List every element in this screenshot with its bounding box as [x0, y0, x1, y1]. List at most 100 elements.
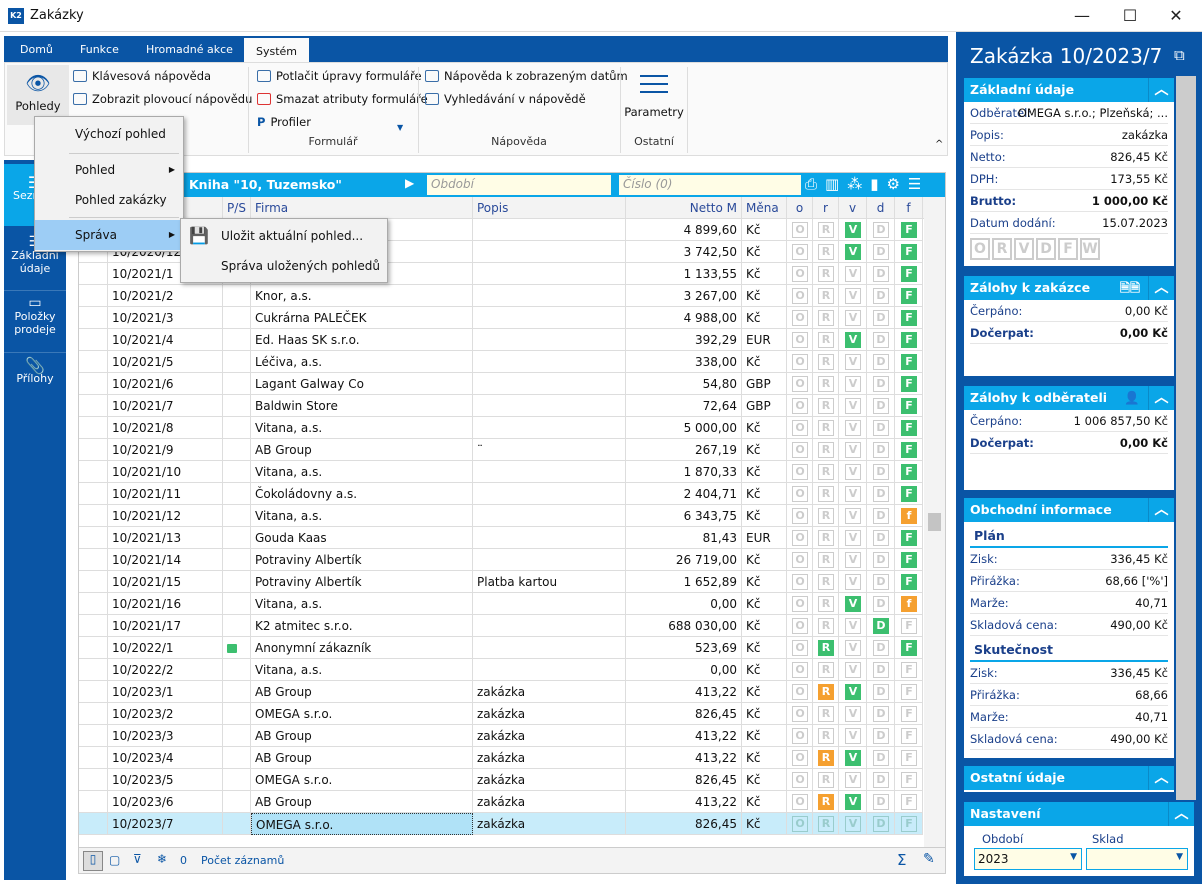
tab-domu[interactable]: Domů [8, 36, 65, 62]
filter-icon[interactable]: ⊽ [133, 852, 142, 866]
tab-funkce[interactable]: Funkce [68, 36, 131, 62]
collapse-icon[interactable]: ︿ [1148, 386, 1174, 410]
sidebar-item-prilohy[interactable]: 📎 Přílohy [4, 352, 66, 412]
tab-system[interactable]: Systém [244, 38, 310, 64]
book-icon[interactable]: ▯ [83, 851, 103, 871]
table-row[interactable]: 10/2023/3 AB Group zakázka 413,22 Kč O R V D F [79, 725, 923, 747]
column-header[interactable]: r [813, 197, 839, 219]
table-row[interactable]: 10/2021/2 Knor, a.s. 3 267,00 Kč O R V D F [79, 285, 923, 307]
detail-panel: Zakázka 10/2023/7 ⧉ Základní údaje ︿ Odbě… [956, 32, 1202, 884]
status-flag-r: R [818, 486, 834, 502]
columns-icon[interactable]: ▮ [870, 175, 886, 193]
menu-item-pohled-zakazky[interactable]: Pohled zakázky [35, 185, 183, 215]
sidebar-item-polozky-prodeje[interactable]: ▭ Položky prodeje [4, 290, 66, 350]
collapse-icon[interactable]: ︿ [1148, 766, 1174, 790]
maximize-button[interactable]: ☐ [1110, 4, 1150, 28]
cell-netto: 826,45 [626, 769, 742, 791]
table-row[interactable]: 10/2021/15 Potraviny Albertík Platba karto… [79, 571, 923, 593]
collapse-ribbon-icon[interactable]: ^ [935, 139, 943, 150]
customer-icon[interactable]: 👤 [1124, 386, 1140, 410]
document-icons[interactable]: 🗎🗎 [1120, 276, 1140, 300]
gear-icon[interactable]: ⚙ [886, 175, 907, 193]
menu-item-pohled[interactable]: Pohled ▶ [35, 155, 183, 185]
field-row: Marže: 40,71 [970, 592, 1168, 614]
table-row[interactable]: 10/2021/9 AB Group ¨ 267,19 Kč O R V D F [79, 439, 923, 461]
table-row[interactable]: 10/2023/1 AB Group zakázka 413,22 Kč O R V D F [79, 681, 923, 703]
cislo-input[interactable]: Číslo (0) [619, 175, 801, 195]
table-row[interactable]: 10/2023/7 OMEGA s.r.o. zakázka 826,45 Kč O R V D… [79, 813, 923, 835]
klavesova-napoveda-button[interactable]: Klávesová nápověda [73, 69, 211, 83]
table-row[interactable]: 10/2021/12 Vitana, a.s. 6 343,75 Kč O R V Df [79, 505, 923, 527]
status-flag-d: D [873, 772, 889, 788]
column-header[interactable]: o [787, 197, 813, 219]
tab-hromadne-akce[interactable]: Hromadné akce [134, 36, 245, 62]
potlacit-upravy-button[interactable]: Potlačit úpravy formuláře [257, 69, 422, 83]
status-flag-r: R [818, 728, 834, 744]
plovouci-napoveda-button[interactable]: Zobrazit plovoucí nápovědu [73, 92, 252, 106]
table-row[interactable]: 10/2021/6 Lagant Galway Co 54,80 GBP O R V D F [79, 373, 923, 395]
table-row[interactable]: 10/2021/4 Ed. Haas SK s.r.o. 392,29 EUR O R V D… [79, 329, 923, 351]
table-row[interactable]: 10/2021/3 Cukrárna PALEČEK 4 988,00 Kč O R V D F [79, 307, 923, 329]
napoveda-data-button[interactable]: Nápověda k zobrazeným datům [425, 69, 628, 83]
panel-scrollbar[interactable] [1176, 76, 1196, 800]
column-header[interactable]: Firma [251, 197, 473, 219]
filter-count: 0 [180, 854, 187, 867]
table-row[interactable]: 10/2023/2 OMEGA s.r.o. zakázka 826,45 Kč O R V D… [79, 703, 923, 725]
table-row[interactable]: 10/2021/8 Vitana, a.s. 5 000,00 Kč O R V D F [79, 417, 923, 439]
vertical-scrollbar[interactable] [924, 197, 945, 847]
menu-item-sprava-pohledu[interactable]: Správa uložených pohledů [181, 251, 387, 281]
menu-item-vychozi-pohled[interactable]: Výchozí pohled [35, 119, 183, 149]
popout-icon[interactable]: ⧉ [1174, 46, 1185, 64]
cell-firma: Vitana, a.s. [251, 593, 473, 615]
column-header[interactable]: f [895, 197, 923, 219]
formular-expand-icon[interactable]: ▼ [397, 123, 403, 132]
menu-item-ulozit-pohled[interactable]: 💾 Uložit aktuální pohled... [181, 221, 387, 251]
book-select-icon[interactable]: ▶ [405, 176, 414, 190]
table-row[interactable]: 10/2023/6 AB Group zakázka 413,22 Kč O R V D F [79, 791, 923, 813]
table-row[interactable]: 10/2022/2 Vitana, a.s. 0,00 Kč O R V D F [79, 659, 923, 681]
profiler-button[interactable]: P Profiler [257, 115, 311, 129]
parametry-button[interactable]: Parametry [623, 67, 685, 127]
collapse-icon[interactable]: ︿ [1148, 276, 1174, 300]
hamburger-icon[interactable]: ☰ [908, 175, 929, 193]
table-row[interactable]: 10/2021/16 Vitana, a.s. 0,00 Kč O R V Df [79, 593, 923, 615]
table-row[interactable]: 10/2021/14 Potraviny Albertík 26 719,00 Kč O… [79, 549, 923, 571]
table-row[interactable]: 10/2021/17 K2 atmitec s.r.o. 688 030,00 Kč O… [79, 615, 923, 637]
chart-icon[interactable]: ▥ [825, 175, 847, 193]
menu-item-sprava[interactable]: Správa ▶ [35, 220, 183, 250]
collapse-icon[interactable]: ︿ [1148, 498, 1174, 522]
edit-icon[interactable]: ✎ [923, 851, 935, 867]
column-header[interactable]: P/S [223, 197, 251, 219]
column-header[interactable]: Měna [742, 197, 787, 219]
print-icon[interactable]: ⎙ [805, 175, 825, 193]
cell-mena: Kč [742, 285, 787, 307]
sum-icon[interactable]: Σ [897, 851, 906, 869]
table-row[interactable]: 10/2021/5 Léčiva, a.s. 338,00 Kč O R V D F [79, 351, 923, 373]
scroll-thumb[interactable] [928, 513, 941, 531]
collapse-icon[interactable]: ︿ [1148, 78, 1174, 102]
table-row[interactable]: 10/2022/1 Anonymní zákazník 523,69 Kč O R V D F [79, 637, 923, 659]
column-header[interactable]: Netto M [626, 197, 742, 219]
table-row[interactable]: 10/2021/7 Baldwin Store 72,64 GBP O R V D F [79, 395, 923, 417]
cubes-icon[interactable]: ⁂ [847, 175, 870, 193]
table-row[interactable]: 10/2021/11 Čokoládovny a.s. 2 404,71 Kč O R V D… [79, 483, 923, 505]
column-header[interactable]: Popis [473, 197, 626, 219]
cell-cislo: 10/2021/15 [108, 571, 223, 593]
column-header[interactable]: d [867, 197, 895, 219]
close-button[interactable]: ✕ [1156, 4, 1196, 28]
table-row[interactable]: 10/2023/5 OMEGA s.r.o. zakázka 826,45 Kč O R V D… [79, 769, 923, 791]
table-row[interactable]: 10/2023/4 AB Group zakázka 413,22 Kč O R V D F [79, 747, 923, 769]
minimize-button[interactable]: — [1062, 4, 1102, 28]
smazat-atributy-button[interactable]: Smazat atributy formuláře [257, 92, 428, 106]
archive-icon[interactable]: ▢ [109, 853, 120, 867]
obdobi-input[interactable]: Období [427, 175, 611, 195]
snowflake-icon[interactable]: ❄ [157, 852, 167, 866]
sklad-select[interactable]: ▼ [1086, 848, 1188, 870]
obdobi-select[interactable]: 2023 ▼ [974, 848, 1082, 870]
table-row[interactable]: 10/2021/13 Gouda Kaas 81,43 EUR O R V D F [79, 527, 923, 549]
pocet-zaznamu-button[interactable]: Počet záznamů [201, 854, 284, 867]
column-header[interactable]: v [839, 197, 867, 219]
vyhledavani-napoveda-button[interactable]: Vyhledávání v nápovědě [425, 92, 586, 106]
collapse-icon[interactable]: ︿ [1168, 802, 1194, 826]
table-row[interactable]: 10/2021/10 Vitana, a.s. 1 870,33 Kč O R V D F [79, 461, 923, 483]
